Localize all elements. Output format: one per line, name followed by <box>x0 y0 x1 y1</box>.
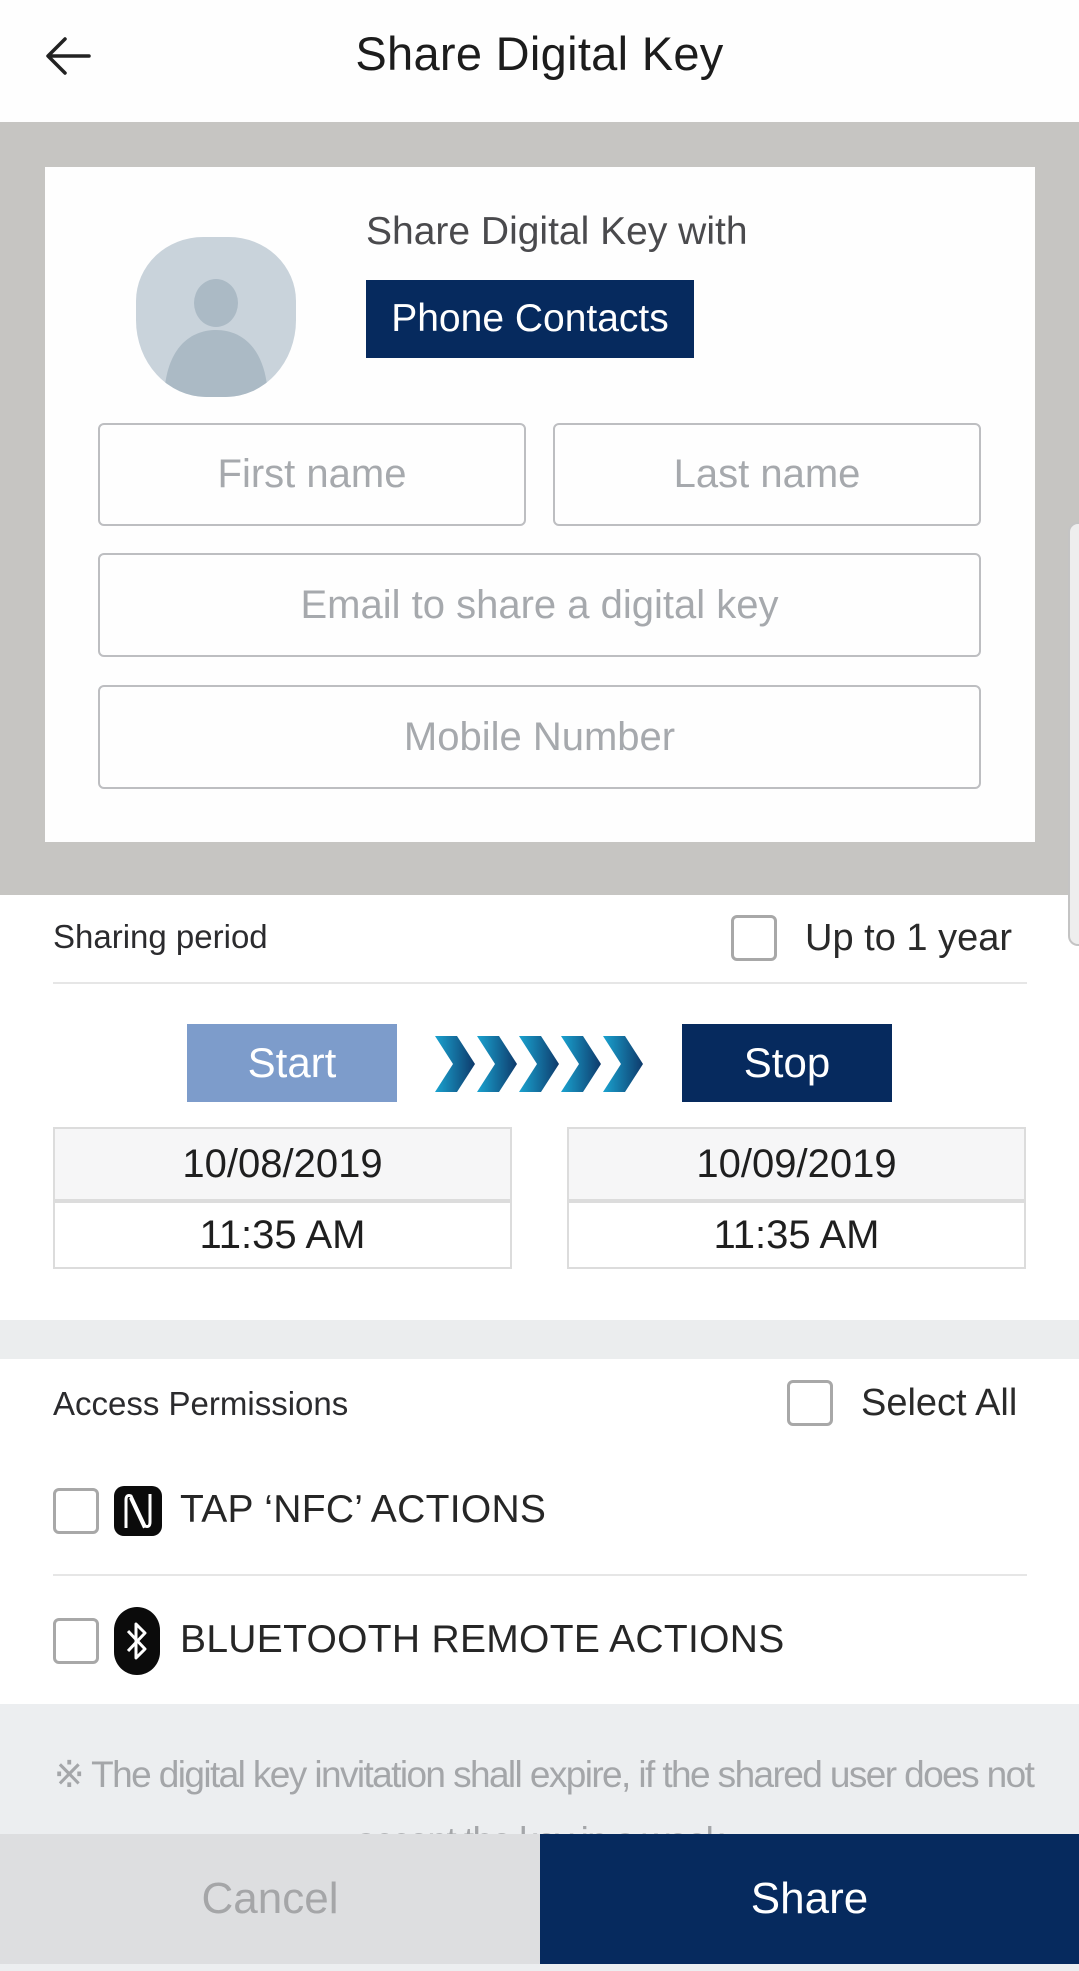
email-field[interactable] <box>98 553 981 657</box>
stop-time[interactable]: 11:35 AM <box>569 1199 1024 1267</box>
person-placeholder-icon <box>164 279 268 397</box>
nfc-actions-label: TAP ‘NFC’ ACTIONS <box>180 1488 547 1531</box>
share-with-label: Share Digital Key with <box>366 210 748 253</box>
stop-date[interactable]: 10/09/2019 <box>569 1129 1024 1199</box>
mobile-number-input[interactable] <box>100 687 979 787</box>
start-time[interactable]: 11:35 AM <box>55 1199 510 1267</box>
sharing-period-label: Sharing period <box>53 918 268 955</box>
start-button[interactable]: Start <box>187 1024 397 1102</box>
section-separator <box>0 1320 1079 1359</box>
nfc-actions-checkbox[interactable] <box>53 1488 99 1534</box>
select-all-label[interactable]: Select All <box>861 1382 1017 1425</box>
up-to-one-year-label[interactable]: Up to 1 year <box>805 917 1012 960</box>
divider <box>53 1574 1027 1576</box>
up-to-one-year-checkbox[interactable] <box>731 915 777 961</box>
bluetooth-actions-checkbox[interactable] <box>53 1618 99 1664</box>
access-permissions-label: Access Permissions <box>53 1385 349 1422</box>
bluetooth-icon <box>114 1607 160 1675</box>
start-date[interactable]: 10/08/2019 <box>55 1129 510 1199</box>
first-name-field[interactable] <box>98 423 526 526</box>
avatar <box>136 237 296 397</box>
stop-button[interactable]: Stop <box>682 1024 892 1102</box>
email-input[interactable] <box>100 555 979 655</box>
nfc-icon <box>114 1486 162 1536</box>
mobile-number-field[interactable] <box>98 685 981 789</box>
start-datetime: 10/08/2019 11:35 AM <box>53 1127 512 1269</box>
select-all-checkbox[interactable] <box>787 1380 833 1426</box>
bluetooth-actions-label: BLUETOOTH REMOTE ACTIONS <box>180 1618 785 1661</box>
expiry-notice: ※ The digital key invitation shall expir… <box>53 1754 1035 1834</box>
page-title: Share Digital Key <box>355 27 724 80</box>
first-name-input[interactable] <box>100 425 524 524</box>
cancel-button[interactable]: Cancel <box>0 1834 540 1964</box>
stop-datetime: 10/09/2019 11:35 AM <box>567 1127 1026 1269</box>
share-button[interactable]: Share <box>540 1834 1079 1964</box>
last-name-field[interactable] <box>553 423 981 526</box>
divider <box>53 982 1027 984</box>
last-name-input[interactable] <box>555 425 979 524</box>
chevrons-right-icon <box>435 1036 645 1092</box>
phone-contacts-button[interactable]: Phone Contacts <box>366 280 694 358</box>
edge-panel-handle[interactable] <box>1068 522 1079 946</box>
